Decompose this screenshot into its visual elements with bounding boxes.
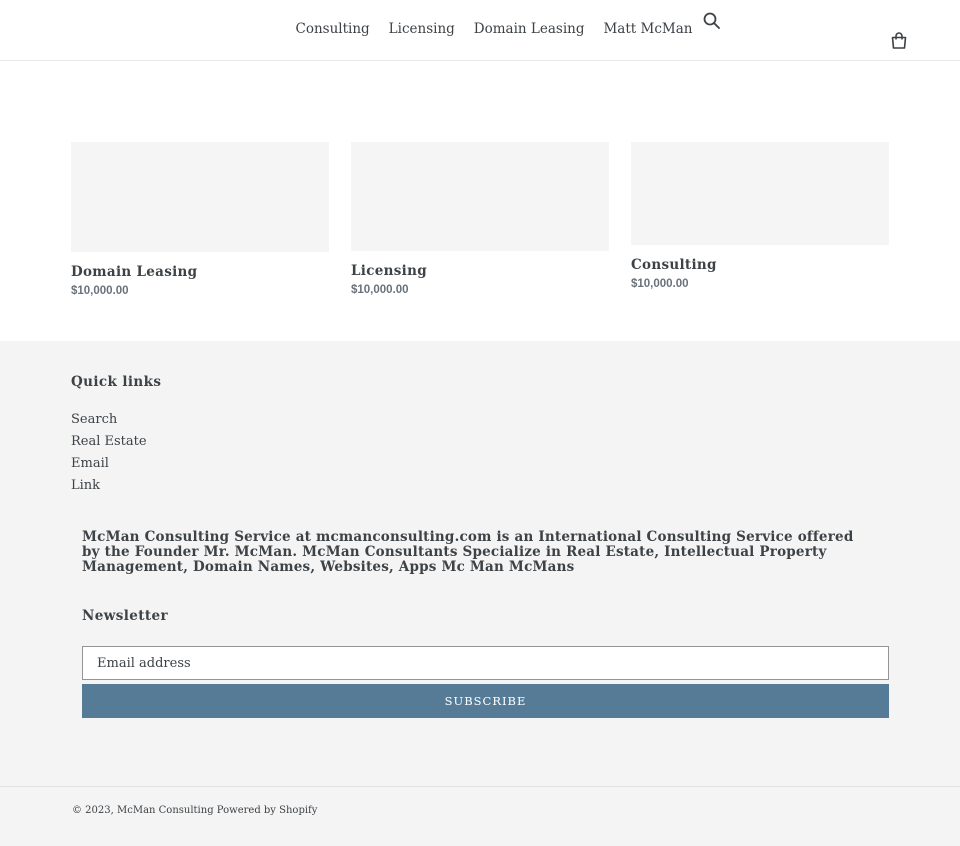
product-image[interactable] [631,142,889,245]
quick-link-link[interactable]: Link [71,475,147,497]
product-title[interactable]: Licensing [351,263,609,280]
site-footer: Quick links Search Real Estate Email Lin… [0,341,960,846]
newsletter-title: Newsletter [82,608,169,624]
powered-by-link[interactable]: Powered by Shopify [217,805,318,816]
quick-link-real-estate[interactable]: Real Estate [71,431,147,453]
product-card-consulting[interactable]: Consulting $10,000.00 [631,142,889,291]
nav-link-matt-mcman[interactable]: Matt McMan [594,20,702,38]
product-image[interactable] [351,142,609,251]
product-price: $10,000.00 [71,285,129,297]
quick-link-email[interactable]: Email [71,453,147,475]
product-title[interactable]: Consulting [631,257,889,274]
copyright-prefix: © 2023, [72,805,114,816]
subscribe-button[interactable]: SUBSCRIBE [82,684,889,718]
cart-button[interactable] [889,31,909,51]
quick-links-title: Quick links [71,374,162,390]
quick-links-list: Search Real Estate Email Link [71,409,147,497]
newsletter-email-input[interactable] [82,646,889,680]
search-icon [703,12,720,29]
nav-link-licensing[interactable]: Licensing [379,20,464,38]
product-image[interactable] [71,142,329,252]
quick-link-search[interactable]: Search [71,409,147,431]
footer-divider [0,786,960,787]
nav-link-domain-leasing[interactable]: Domain Leasing [464,20,594,38]
product-title[interactable]: Domain Leasing [71,264,329,281]
site-header: Consulting Licensing Domain Leasing Matt… [0,0,960,61]
product-price: $10,000.00 [351,284,409,296]
search-button[interactable] [702,11,722,31]
store-name-link[interactable]: McMan Consulting [117,805,214,816]
product-card-domain-leasing[interactable]: Domain Leasing $10,000.00 [71,142,329,298]
cart-icon [891,32,907,49]
main-nav: Consulting Licensing Domain Leasing Matt… [286,20,702,38]
about-text: McMan Consulting Service at mcmanconsult… [82,529,854,575]
product-price: $10,000.00 [631,278,689,290]
nav-link-consulting[interactable]: Consulting [286,20,379,38]
product-card-licensing[interactable]: Licensing $10,000.00 [351,142,609,297]
copyright: © 2023, McMan Consulting Powered by Shop… [72,805,317,816]
